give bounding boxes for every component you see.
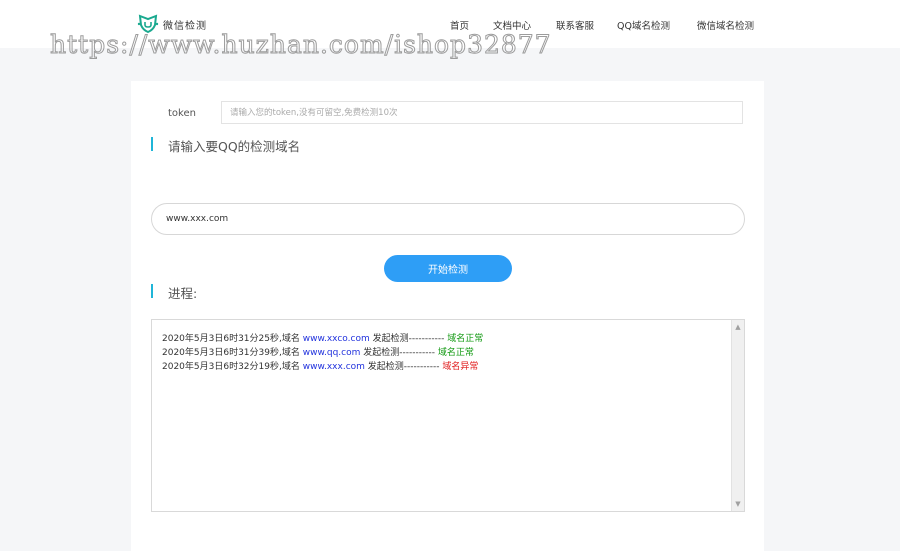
section-accent-bar (151, 137, 153, 151)
nav-qq-domain-check[interactable]: QQ域名检测 (617, 18, 670, 32)
log-result: 域名异常 (442, 362, 479, 372)
main-panel: token 请输入要QQ的检测域名 开始检测 进程: 2020年5月3日6时31… (131, 81, 764, 551)
log-result: 域名正常 (437, 348, 474, 358)
log-action: 发起检测----------- (363, 348, 435, 358)
log-action: 发起检测----------- (367, 362, 440, 372)
log-line: 2020年5月3日6时32分19秒,域名 www.xxx.com 发起检测---… (162, 359, 478, 372)
nav-wechat-domain-check[interactable]: 微信域名检测 (697, 18, 754, 32)
nav-docs[interactable]: 文档中心 (493, 18, 531, 32)
nav-home[interactable]: 首页 (450, 18, 469, 32)
nav-support[interactable]: 联系客服 (556, 18, 594, 32)
progress-section-title: 进程: (168, 286, 198, 301)
log-time: 2020年5月3日6时32分19秒,域名 (162, 362, 300, 372)
log-line: 2020年5月3日6时31分39秒,域名 www.qq.com 发起检测----… (162, 345, 474, 358)
token-input[interactable] (221, 101, 743, 124)
domain-section-title: 请输入要QQ的检测域名 (168, 139, 301, 154)
log-time: 2020年5月3日6时31分25秒,域名 (162, 334, 300, 344)
section-accent-bar (151, 284, 153, 298)
log-action: 发起检测----------- (372, 334, 445, 344)
start-check-button[interactable]: 开始检测 (384, 255, 512, 282)
log-result: 域名正常 (447, 334, 484, 344)
log-domain: www.qq.com (302, 348, 361, 358)
top-header: 微信检测 首页 文档中心 联系客服 QQ域名检测 微信域名检测 (0, 0, 900, 48)
token-label: token (168, 108, 196, 119)
domain-input[interactable] (151, 203, 745, 235)
log-line: 2020年5月3日6时31分25秒,域名 www.xxco.com 发起检测--… (162, 331, 483, 344)
log-scrollbar[interactable]: ▲ ▼ (731, 320, 744, 511)
log-domain: www.xxx.com (302, 362, 365, 372)
log-time: 2020年5月3日6时31分39秒,域名 (162, 348, 300, 358)
scroll-up-arrow-icon[interactable]: ▲ (732, 322, 744, 332)
log-domain: www.xxco.com (302, 334, 370, 344)
scroll-down-arrow-icon[interactable]: ▼ (732, 499, 744, 509)
progress-log[interactable]: 2020年5月3日6时31分25秒,域名 www.xxco.com 发起检测--… (151, 319, 745, 512)
main-nav: 首页 文档中心 联系客服 QQ域名检测 微信域名检测 (0, 18, 900, 32)
